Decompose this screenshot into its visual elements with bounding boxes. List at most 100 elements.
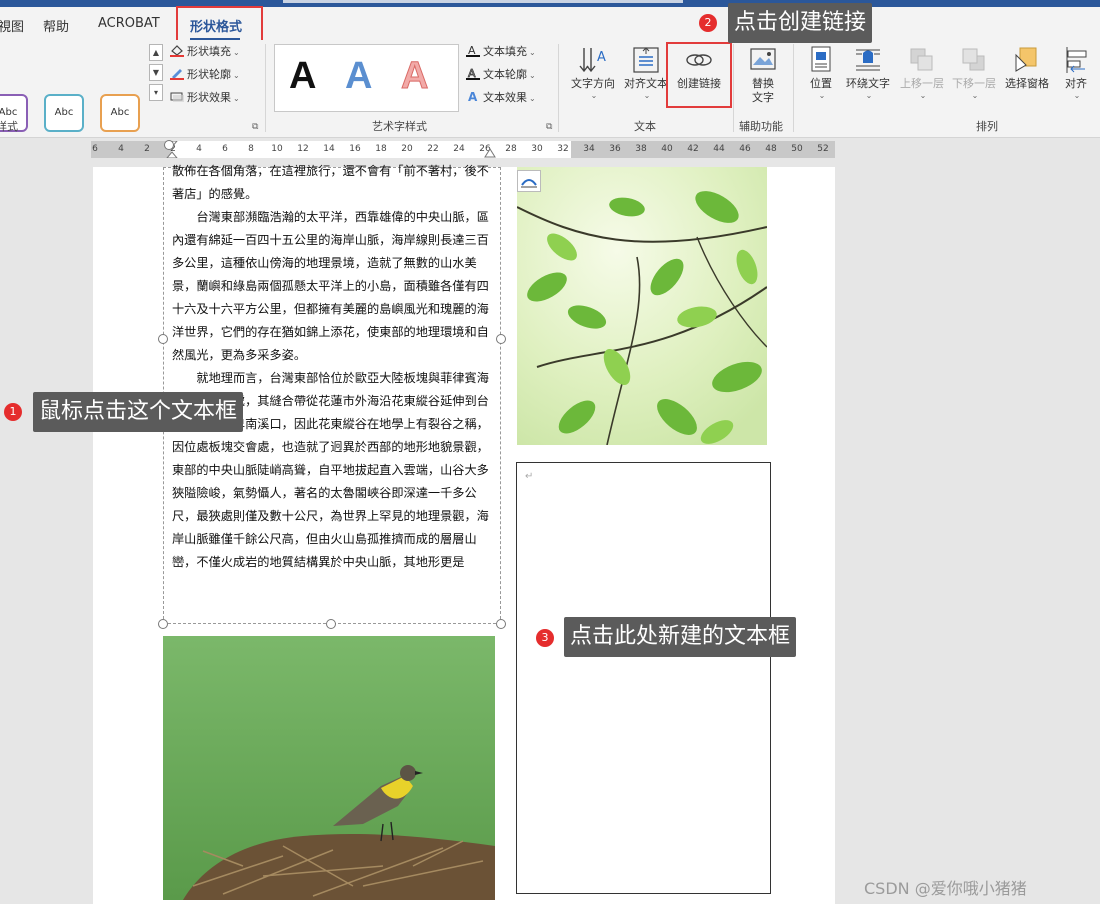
- wordart-dialog-launcher-icon[interactable]: ⧉: [546, 122, 552, 132]
- gallery-more[interactable]: ▾: [149, 84, 163, 101]
- wordart-style-blue[interactable]: A: [345, 55, 372, 98]
- tab-help[interactable]: 帮助: [43, 16, 69, 35]
- group-label-text: 文本: [634, 120, 656, 133]
- ruler-tick-label: 20: [401, 144, 413, 154]
- tab-acrobat[interactable]: ACROBAT: [98, 16, 160, 31]
- ruler-tick-label: 46: [739, 144, 751, 154]
- title-bar: [0, 0, 1100, 7]
- ruler-tick-label: 28: [505, 144, 517, 154]
- callout-step-1: 鼠标点击这个文本框: [33, 392, 244, 432]
- step-badge-2: 2: [699, 14, 717, 32]
- ruler-tick-label: 36: [609, 144, 621, 154]
- paragraph: 散佈在各個角落，在這裡旅行，還不會有「前不著村，後不著店」的感覺。: [172, 164, 489, 201]
- ruler-tick-label: 6: [222, 144, 228, 154]
- ruler-tick-label: 38: [635, 144, 647, 154]
- gallery-scroll-down[interactable]: ▼: [149, 64, 163, 81]
- wordart-style-pink[interactable]: A: [400, 55, 428, 98]
- ruler-tick-label: 10: [271, 144, 283, 154]
- svg-text:A: A: [468, 90, 478, 103]
- ruler-tick-label: 12: [297, 144, 309, 154]
- text-fill-button[interactable]: A 文本填充 ⌄: [466, 43, 536, 61]
- new-empty-text-box[interactable]: ↵: [516, 462, 771, 894]
- text-direction-icon: A: [579, 48, 606, 73]
- watermark: CSDN @爱你哦小猪猪: [864, 879, 1027, 898]
- ruler-tick-label: 40: [661, 144, 673, 154]
- step-badge-1: 1: [4, 403, 22, 421]
- wordart-style-black[interactable]: A: [289, 55, 316, 98]
- paint-bucket-icon: [170, 44, 184, 57]
- selection-pane-icon: [1015, 47, 1037, 72]
- text-box-content[interactable]: 散佈在各個角落，在這裡旅行，還不會有「前不著村，後不著店」的感覺。 台灣東部瀕臨…: [172, 164, 494, 574]
- ruler-tick-label: 48: [765, 144, 777, 154]
- bring-forward-icon: [910, 48, 933, 71]
- resize-handle-top-left[interactable]: [164, 140, 174, 150]
- shape-effects-button[interactable]: 形状效果 ⌄: [170, 89, 240, 107]
- group-label-styles: 样式: [0, 120, 18, 133]
- selection-pane-button[interactable]: 选择窗格: [1000, 45, 1054, 91]
- text-fill-icon: A: [466, 44, 480, 57]
- shape-fill-button[interactable]: 形状填充 ⌄: [170, 43, 240, 61]
- send-backward-icon: [962, 48, 985, 71]
- group-label-arrange: 排列: [976, 120, 998, 133]
- pen-outline-icon: [170, 67, 184, 80]
- ruler-tick-label: 6: [92, 144, 98, 154]
- position-button[interactable]: 位置 ⌄: [800, 45, 842, 100]
- ruler-tick-label: 14: [323, 144, 335, 154]
- wrap-text-button[interactable]: 环绕文字 ⌄: [842, 45, 894, 100]
- ruler-tick-label: 52: [817, 144, 829, 154]
- position-icon: [811, 46, 831, 72]
- shape-outline-button[interactable]: 形状轮廓 ⌄: [170, 66, 240, 84]
- ruler-tick-label: 4: [118, 144, 124, 154]
- bring-forward-button[interactable]: 上移一层 ⌄: [896, 45, 948, 100]
- ruler-tick-label: 8: [248, 144, 254, 154]
- layout-options-icon[interactable]: [517, 170, 541, 192]
- horizontal-ruler[interactable]: 6 4 2 2 4 6 8 10 12 14 16 18 20 22 24 26 28 30 32 34 36 38 40 4…: [91, 141, 836, 158]
- align-text-button[interactable]: 对齐文本 ⌄: [620, 45, 672, 100]
- gallery-scroll-up[interactable]: ▲: [149, 44, 163, 61]
- shape-format-tab-highlight: [176, 6, 263, 42]
- shape-effects-icon: [170, 90, 184, 103]
- send-backward-button[interactable]: 下移一层 ⌄: [948, 45, 1000, 100]
- ruler-tick-label: 30: [531, 144, 543, 154]
- ruler-tick-label: 4: [196, 144, 202, 154]
- paragraph: 台灣東部瀕臨浩瀚的太平洋，西靠雄偉的中央山脈，區內還有綿延一百四十五公里的海岸山…: [172, 210, 489, 362]
- ribbon: Abc Abc Abc ▲ ▼ ▾ 形状填充 ⌄ 形状轮廓 ⌄ 形状效果 ⌄ 样式 ⧉…: [0, 40, 1100, 138]
- shape-style-orange[interactable]: Abc: [100, 94, 140, 132]
- resize-handle-bottom-left[interactable]: [158, 619, 168, 629]
- text-outline-button[interactable]: A 文本轮廓 ⌄: [466, 66, 536, 84]
- callout-step-2: 点击创建链接: [728, 3, 873, 43]
- alt-text-icon: [750, 48, 776, 70]
- align-objects-icon: [1066, 47, 1087, 73]
- ruler-tick-label: 42: [687, 144, 699, 154]
- text-direction-button[interactable]: A 文字方向 ⌄: [567, 45, 619, 100]
- leaves-image[interactable]: [517, 167, 767, 445]
- ruler-tick-label: 22: [427, 144, 439, 154]
- align-text-icon: [633, 47, 659, 73]
- right-indent-marker-icon[interactable]: [484, 147, 496, 158]
- styles-dialog-launcher-icon[interactable]: ⧉: [252, 122, 258, 132]
- paragraph-mark-icon: ↵: [525, 471, 534, 482]
- tab-view[interactable]: 視图: [0, 16, 24, 35]
- callout-step-3: 点击此处新建的文本框: [564, 617, 797, 657]
- ruler-tick-label: 24: [453, 144, 465, 154]
- text-effects-button[interactable]: A 文本效果 ⌄: [466, 89, 536, 107]
- shape-style-teal[interactable]: Abc: [44, 94, 84, 132]
- alt-text-button[interactable]: 替换 文字: [739, 45, 787, 105]
- ruler-tick-label: 2: [144, 144, 150, 154]
- ruler-tick-label: 32: [557, 144, 569, 154]
- ribbon-tab-row: 視图 帮助 ACROBAT 形状格式: [0, 7, 1100, 40]
- resize-handle-bottom-right[interactable]: [496, 619, 506, 629]
- resize-handle-bottom[interactable]: [326, 619, 336, 629]
- wrap-text-icon: [856, 49, 880, 71]
- text-effects-icon: A: [466, 90, 480, 104]
- group-label-wordart: 艺术字样式: [372, 120, 427, 133]
- document-background-right: [835, 141, 1100, 904]
- svg-text:A: A: [597, 50, 606, 65]
- ruler-tick-label: 16: [349, 144, 361, 154]
- resize-handle-right[interactable]: [496, 334, 506, 344]
- bird-image[interactable]: [163, 636, 495, 900]
- resize-handle-left[interactable]: [158, 334, 168, 344]
- wordart-gallery: A A A: [274, 44, 459, 112]
- group-label-accessibility: 辅助功能: [739, 120, 783, 133]
- align-button[interactable]: 对齐 ⌄: [1055, 45, 1097, 100]
